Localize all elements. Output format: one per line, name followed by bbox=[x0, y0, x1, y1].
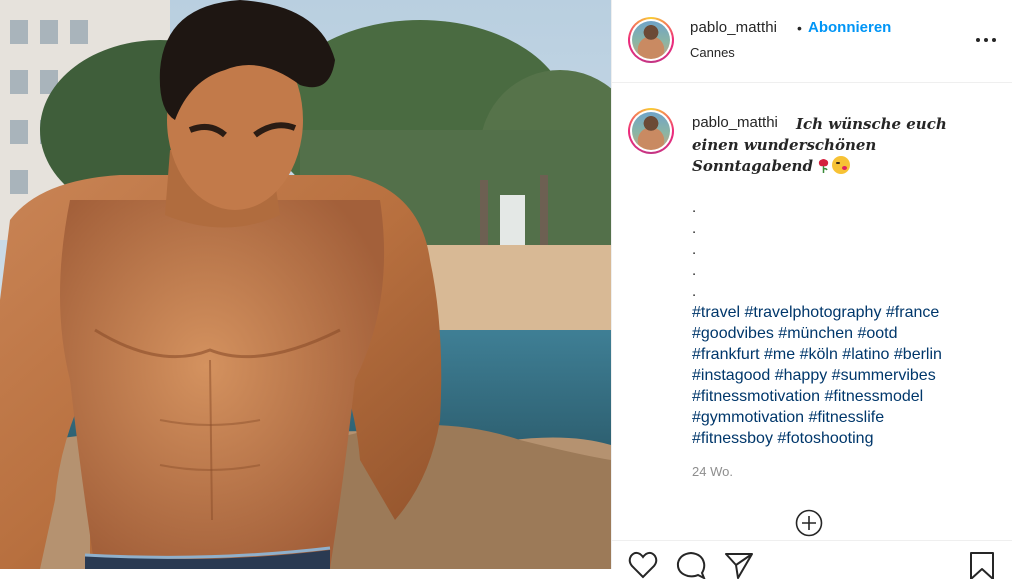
hashtag-line[interactable]: #travel #travelphotography #france bbox=[692, 302, 992, 323]
caption-dot: . bbox=[692, 220, 697, 237]
location-link[interactable]: Cannes bbox=[690, 45, 735, 60]
author-username-link[interactable]: pablo_matthi bbox=[690, 19, 777, 36]
caption-dot: . bbox=[692, 283, 697, 300]
post-photo[interactable] bbox=[0, 0, 611, 569]
share-icon[interactable] bbox=[724, 551, 754, 579]
rose-emoji bbox=[818, 159, 829, 173]
more-horizontal-icon[interactable] bbox=[974, 30, 998, 50]
hashtag-line[interactable]: #goodvibes #münchen #ootd bbox=[692, 323, 992, 344]
hashtag-line[interactable]: #fitnessboy #fotoshooting bbox=[692, 428, 992, 449]
author-avatar[interactable] bbox=[628, 17, 674, 63]
caption-dots: . . . . . bbox=[692, 197, 696, 302]
post-header: pablo_matthi • Abonnieren Cannes bbox=[612, 0, 1012, 83]
comment-icon[interactable] bbox=[676, 551, 706, 579]
caption-text: Ich wünsche euch einen wunderschönen Son… bbox=[692, 114, 992, 177]
post-image bbox=[0, 0, 611, 569]
hashtag-line[interactable]: #fitnessmotivation #fitnessmodel bbox=[692, 386, 992, 407]
hashtag-list: #travel #travelphotography #france #good… bbox=[692, 302, 992, 449]
plus-circle-icon[interactable] bbox=[795, 509, 823, 537]
hashtag-line[interactable]: #frankfurt #me #köln #latino #berlin bbox=[692, 344, 992, 365]
instagram-post: pablo_matthi • Abonnieren Cannes pablo_m… bbox=[0, 0, 1012, 579]
action-bar bbox=[612, 540, 1012, 579]
caption-comment: pablo_matthi Ich wünsche euch einen wund… bbox=[612, 84, 1012, 537]
follow-button[interactable]: Abonnieren bbox=[808, 19, 891, 36]
heart-icon[interactable] bbox=[628, 551, 658, 579]
hashtag-line[interactable]: #gymmotivation #fitnesslife bbox=[692, 407, 992, 428]
bookmark-icon[interactable] bbox=[967, 551, 997, 579]
kiss-emoji bbox=[831, 156, 850, 174]
caption-dot: . bbox=[692, 199, 697, 216]
post-side-panel: pablo_matthi • Abonnieren Cannes pablo_m… bbox=[611, 0, 1012, 579]
post-timestamp[interactable]: 24 Wo. bbox=[692, 464, 733, 479]
caption-dot: . bbox=[692, 262, 697, 279]
caption-dot: . bbox=[692, 241, 697, 258]
header-separator: • bbox=[797, 20, 802, 36]
caption-avatar[interactable] bbox=[628, 108, 674, 154]
hashtag-line[interactable]: #instagood #happy #summervibes bbox=[692, 365, 992, 386]
